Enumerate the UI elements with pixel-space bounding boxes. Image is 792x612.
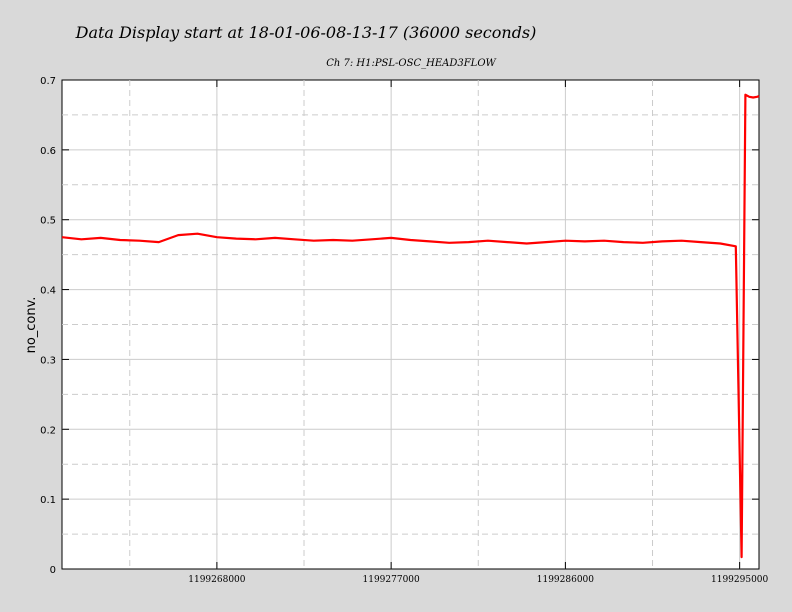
y-tick-label: 0.4 — [40, 286, 56, 297]
x-tick-label: 1199286000 — [537, 575, 595, 585]
chart-subtitle: Ch 7: H1:PSL-OSC_HEAD3FLOW — [326, 58, 496, 69]
y-tick-label: 0.6 — [40, 146, 56, 157]
y-tick-label: 0 — [50, 565, 56, 576]
y-tick-label: 0.7 — [40, 76, 56, 87]
y-tick-label: 0.2 — [40, 425, 56, 436]
chart: Data Display start at 18-01-06-08-13-17 … — [24, 23, 769, 585]
y-tick-label: 0.3 — [40, 355, 56, 366]
x-tick-label: 1199277000 — [363, 575, 421, 585]
x-tick-label: 1199295000 — [711, 575, 769, 585]
x-tick-label: 1199268000 — [188, 575, 246, 585]
y-axis-label: no_conv. — [24, 297, 39, 354]
chart-title: Data Display start at 18-01-06-08-13-17 … — [75, 23, 537, 42]
y-tick-label: 0.1 — [40, 495, 56, 506]
y-tick-label: 0.5 — [40, 216, 56, 227]
